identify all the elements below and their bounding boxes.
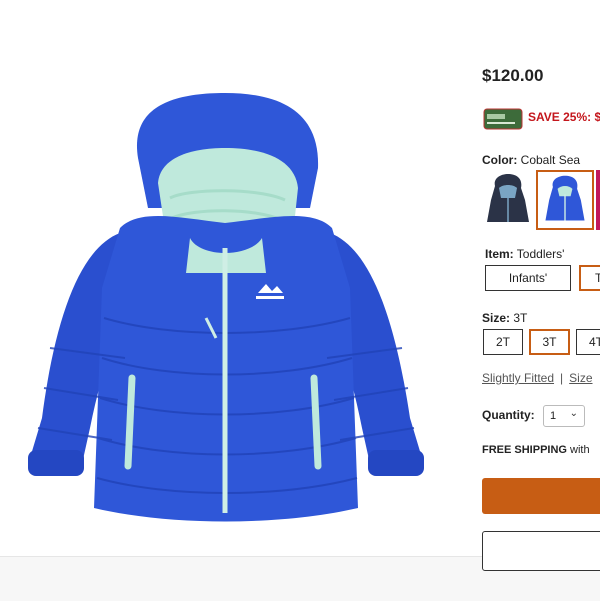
color-selection-label: Color: Cobalt Sea	[482, 153, 580, 167]
size-option-2t[interactable]: 2T	[483, 329, 523, 355]
size-option-3t[interactable]: 3T	[529, 329, 570, 355]
item-option-infants[interactable]: Infants'	[485, 265, 571, 291]
size-option-4t[interactable]: 4T	[576, 329, 600, 355]
chevron-down-icon: ⌄	[569, 408, 578, 419]
color-value: Cobalt Sea	[520, 153, 581, 167]
size-label: Size:	[482, 311, 511, 325]
product-price: $120.00	[482, 66, 544, 85]
quantity-label: Quantity:	[482, 408, 535, 422]
item-value: Toddlers'	[516, 247, 565, 261]
item-option-toddlers[interactable]: T	[579, 265, 600, 291]
color-swatch-cobalt-sea[interactable]	[536, 170, 594, 230]
quantity-select[interactable]: 1 ⌄	[543, 405, 585, 427]
shipping-info: FREE SHIPPING with	[482, 444, 590, 456]
promo-text[interactable]: SAVE 25%: $	[528, 110, 600, 124]
credit-card-icon	[483, 108, 523, 130]
shipping-rest: with	[566, 444, 590, 456]
color-swatch-navy[interactable]	[479, 170, 537, 230]
fit-link[interactable]: Slightly Fitted	[482, 371, 554, 385]
product-image-jacket[interactable]	[20, 88, 432, 528]
size-selection-label: Size: 3T	[482, 311, 527, 325]
shipping-bold: FREE SHIPPING	[482, 444, 567, 456]
size-value: 3T	[513, 311, 528, 325]
item-selection-label: Item: Toddlers'	[485, 247, 564, 261]
secondary-action-button[interactable]	[482, 531, 600, 571]
color-swatch-partial[interactable]	[596, 170, 600, 230]
item-label: Item:	[485, 247, 514, 261]
size-chart-link[interactable]: Size	[569, 371, 592, 385]
color-label: Color:	[482, 153, 518, 167]
fit-size-links: Slightly Fitted | Size	[482, 371, 593, 385]
quantity-value: 1	[550, 410, 557, 422]
add-to-bag-button[interactable]	[482, 478, 600, 514]
link-separator: |	[560, 371, 564, 385]
